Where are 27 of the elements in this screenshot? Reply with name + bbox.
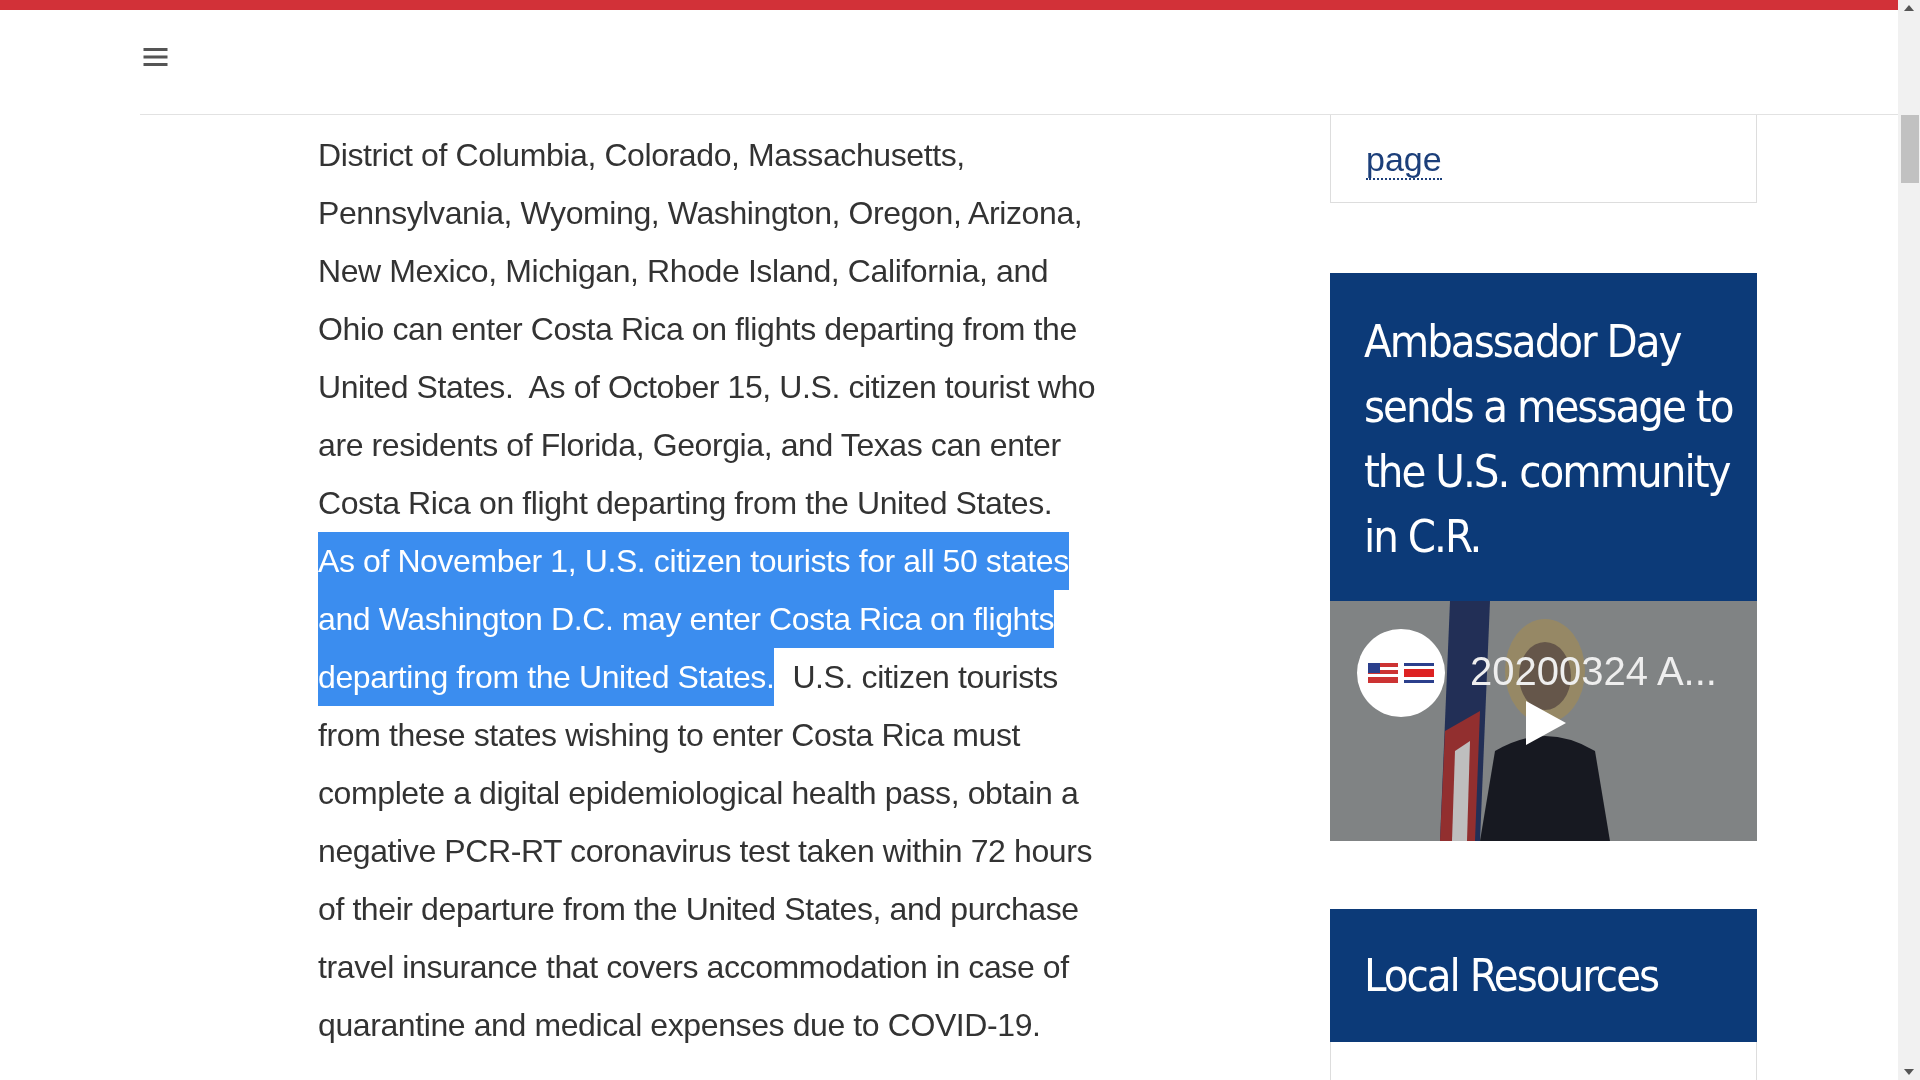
body-text: of their departure from the United States, and purchase — [318, 891, 1079, 927]
body-text: Ohio can enter Costa Rica on flights departing from the — [318, 311, 1077, 347]
body-text: Pennsylvania, Wyoming, Washington, Oregon, Arizona, — [318, 195, 1083, 231]
card-title: Local Resources — [1363, 949, 1659, 1002]
scrollbar-thumb[interactable] — [1901, 115, 1919, 183]
body-text: Costa Rica on flight departing from the United States. — [318, 485, 1053, 521]
body-text: District of Columbia, Colorado, Massachusetts, — [318, 137, 965, 173]
menu-icon[interactable] — [143, 47, 168, 67]
card-title: Ambassador Day sends a message to the U.S. community in C.R. — [1363, 314, 1734, 565]
body-text: are residents of Florida, Georgia, and Texas can enter — [318, 427, 1061, 463]
body-text: New Mexico, Michigan, Rhode Island, California, and — [318, 253, 1049, 289]
scroll-down-icon[interactable] — [1904, 1069, 1914, 1075]
scrollbar[interactable] — [1898, 0, 1920, 1080]
body-text: quarantine and medical expenses due to COVID-19. — [318, 1007, 1041, 1043]
body-text: negative PCR-RT coronavirus test taken within 72 hours — [318, 833, 1093, 869]
body-text: complete a digital epidemiological health pass, obtain a — [318, 775, 1079, 811]
selected-text: and Washington D.C. may enter Costa Rica on flights — [318, 590, 1055, 648]
body-text: United States. As of October 15, U.S. citizen tourist who — [318, 369, 1096, 405]
scroll-up-icon[interactable] — [1904, 5, 1914, 11]
body-text: U.S. citizen tourists — [792, 659, 1058, 695]
body-text: travel insurance that covers accommodation in case of — [318, 949, 1069, 985]
advisory-link[interactable]: page — [1366, 140, 1442, 180]
selected-text: departing from the United States. — [318, 648, 775, 706]
selected-text: As of November 1, U.S. citizen tourists for all 50 states — [318, 532, 1069, 590]
play-icon[interactable] — [1526, 701, 1566, 745]
body-text: from these states wishing to enter Costa Rica must — [318, 717, 1021, 753]
channel-logo-icon — [1356, 628, 1446, 718]
